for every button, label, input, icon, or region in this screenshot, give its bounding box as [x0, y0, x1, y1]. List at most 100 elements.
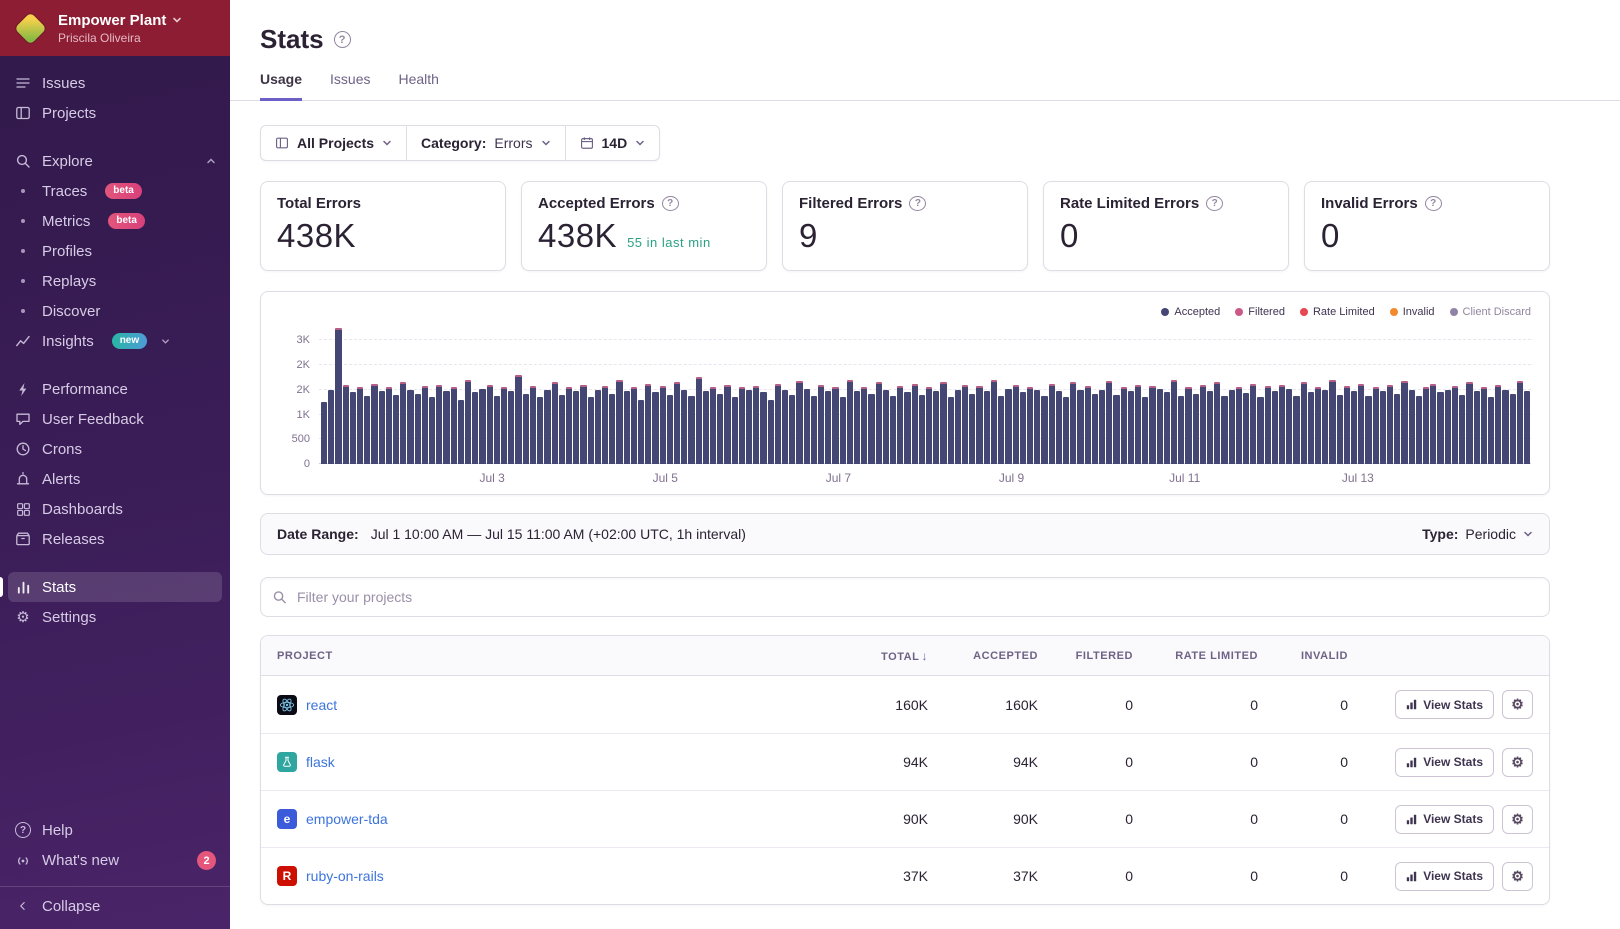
help-icon[interactable]: ?: [1206, 196, 1224, 211]
org-user-name: Priscila Oliveira: [58, 30, 141, 45]
card-value: 438K: [277, 217, 357, 254]
projects-table: PROJECT TOTAL ↓ ACCEPTED FILTERED RATE LI…: [260, 635, 1550, 905]
whats-new-count-badge: 2: [197, 851, 216, 870]
legend-item[interactable]: Client Discard: [1449, 306, 1531, 318]
view-stats-button[interactable]: View Stats: [1395, 804, 1494, 834]
col-accepted[interactable]: ACCEPTED: [928, 650, 1038, 662]
tab-health[interactable]: Health: [399, 71, 439, 101]
legend-item[interactable]: Filtered: [1235, 306, 1285, 318]
table-row: Rruby-on-rails 37K 37K 0 0 0 View Stats ⚙: [261, 847, 1549, 904]
chevron-down-icon: [1524, 531, 1532, 537]
col-invalid[interactable]: INVALID: [1258, 650, 1348, 662]
sidebar-item-metrics[interactable]: Metrics beta: [0, 206, 230, 236]
sidebar-item-projects[interactable]: Projects: [0, 98, 230, 128]
card-value: 0: [1321, 217, 1340, 254]
sidebar-item-whats-new[interactable]: What's new 2: [0, 845, 230, 876]
sidebar-item-alerts[interactable]: Alerts: [0, 464, 230, 494]
x-tick-label: Jul 3: [479, 471, 505, 485]
card-title: Accepted Errors: [538, 195, 655, 212]
chart-bar: [1077, 389, 1084, 464]
chart-bar: [1300, 382, 1307, 464]
filter-bar: All Projects Category: Errors 14D: [260, 125, 661, 161]
project-settings-button[interactable]: ⚙: [1502, 747, 1533, 777]
sidebar-item-settings[interactable]: ⚙ Settings: [0, 602, 230, 632]
sidebar-item-crons[interactable]: Crons: [0, 434, 230, 464]
chart-bar: [940, 382, 947, 464]
insights-icon: [14, 332, 32, 350]
page-help-icon[interactable]: ?: [333, 31, 351, 48]
chart-bar: [601, 385, 609, 464]
view-stats-button[interactable]: View Stats: [1395, 690, 1494, 719]
chart-bar: [875, 382, 882, 464]
project-filter-input[interactable]: [260, 577, 1550, 617]
sidebar-item-issues[interactable]: Issues: [0, 68, 230, 98]
sidebar-item-discover[interactable]: Discover: [0, 296, 230, 326]
col-rate-limited[interactable]: RATE LIMITED: [1133, 650, 1258, 662]
accepted-value: 90K: [1013, 811, 1038, 827]
sidebar-item-releases[interactable]: Releases: [0, 524, 230, 554]
chart-type-dropdown[interactable]: Type: Periodic: [1422, 526, 1533, 542]
help-icon[interactable]: ?: [1424, 196, 1442, 211]
sidebar-item-replays[interactable]: Replays: [0, 266, 230, 296]
chart-bar: [1163, 392, 1170, 464]
project-link[interactable]: ruby-on-rails: [306, 868, 384, 884]
view-stats-button[interactable]: View Stats: [1395, 861, 1494, 891]
org-logo: [12, 10, 48, 46]
project-link[interactable]: flask: [306, 754, 335, 770]
legend-item[interactable]: Rate Limited: [1299, 306, 1375, 318]
org-switcher[interactable]: Empower Plant Priscila Oliveira: [0, 0, 230, 56]
card-value: 0: [1060, 217, 1079, 254]
chart-bar: [1228, 389, 1235, 464]
sidebar-item-user-feedback[interactable]: User Feedback: [0, 404, 230, 434]
legend-item[interactable]: Invalid: [1389, 306, 1435, 318]
tab-usage[interactable]: Usage: [260, 71, 303, 101]
project-filter-dropdown[interactable]: All Projects: [261, 126, 406, 160]
help-icon[interactable]: ?: [661, 196, 679, 211]
chart-bar: [508, 390, 515, 464]
calendar-icon: [580, 136, 594, 150]
project-settings-button[interactable]: ⚙: [1502, 804, 1533, 834]
chart-bar: [479, 388, 486, 464]
chart-bar: [846, 379, 854, 464]
view-stats-button[interactable]: View Stats: [1395, 747, 1494, 777]
chart-y-axis: 0 500 1K 2K 2K 3K: [279, 328, 319, 470]
legend-item[interactable]: Accepted: [1161, 306, 1220, 318]
help-icon[interactable]: ?: [909, 196, 927, 211]
chart-bar: [717, 393, 724, 464]
date-range-dropdown[interactable]: 14D: [564, 126, 660, 160]
chart-bar: [328, 389, 335, 464]
chart-bar: [1444, 389, 1451, 464]
chart-bar: [1113, 394, 1120, 464]
chart-bar: [637, 399, 645, 464]
tab-issues[interactable]: Issues: [330, 71, 370, 101]
project-link[interactable]: empower-tda: [306, 811, 388, 827]
sidebar-collapse-button[interactable]: Collapse: [0, 886, 230, 921]
project-link[interactable]: react: [306, 697, 337, 713]
chart-bar: [1401, 380, 1408, 464]
col-project[interactable]: PROJECT: [277, 650, 818, 662]
chart-bar: [990, 379, 998, 464]
sidebar-item-help[interactable]: ? Help: [0, 815, 230, 845]
chart-bar: [767, 399, 774, 464]
project-settings-button[interactable]: ⚙: [1502, 861, 1533, 891]
sidebar-item-explore[interactable]: Explore: [0, 146, 230, 176]
chart-bar: [1293, 395, 1300, 464]
chart-bar: [573, 390, 580, 464]
table-row: react 160K 160K 0 0 0 View Stats ⚙: [261, 676, 1549, 733]
chart-bar: [868, 393, 875, 464]
card-title: Rate Limited Errors: [1060, 195, 1200, 212]
col-total[interactable]: TOTAL ↓: [818, 649, 928, 663]
sidebar-item-traces[interactable]: Traces beta: [0, 176, 230, 206]
sidebar-item-stats[interactable]: Stats: [0, 572, 222, 602]
chart-bar: [1185, 387, 1192, 464]
sidebar-item-profiles[interactable]: Profiles: [0, 236, 230, 266]
chart-bar: [832, 387, 839, 464]
col-filtered[interactable]: FILTERED: [1038, 650, 1133, 662]
project-settings-button[interactable]: ⚙: [1502, 690, 1533, 719]
sidebar-item-insights[interactable]: Insights new: [0, 326, 230, 356]
sidebar-item-dashboards[interactable]: Dashboards: [0, 494, 230, 524]
sidebar-item-performance[interactable]: Performance: [0, 374, 230, 404]
category-filter-dropdown[interactable]: Category: Errors: [406, 126, 564, 160]
card-title: Invalid Errors: [1321, 195, 1418, 212]
chart-bar: [1106, 380, 1113, 464]
